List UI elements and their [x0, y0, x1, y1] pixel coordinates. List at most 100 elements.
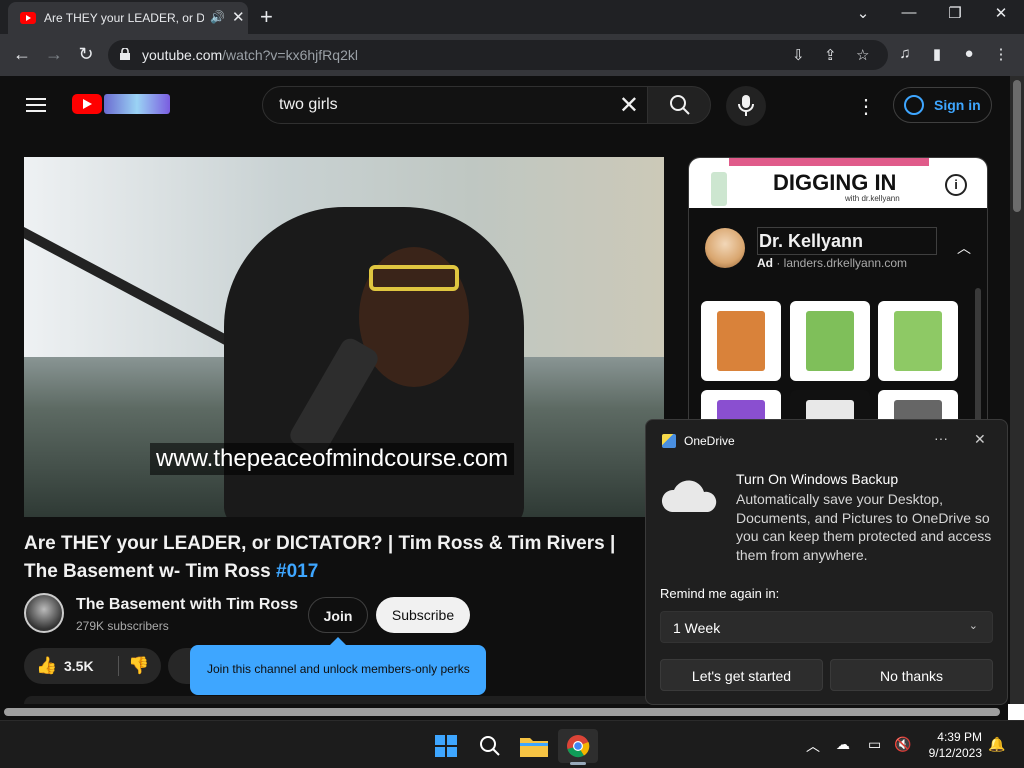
advertiser-name[interactable]: Dr. Kellyann [757, 227, 937, 255]
join-button[interactable]: Join [308, 597, 368, 633]
join-tooltip: Join this channel and unlock members-onl… [190, 637, 486, 695]
cloud-icon [661, 480, 717, 512]
like-count[interactable]: 3.5K [64, 658, 94, 674]
subscriber-count: 279K subscribers [76, 619, 169, 633]
channel-avatar[interactable] [24, 593, 64, 633]
browser-tab[interactable]: Are THEY your LEADER, or DI 🔊 ✕ [8, 2, 248, 34]
url-text[interactable]: youtube.com/watch?v=kx6hjfRq2kl [142, 47, 358, 63]
vertical-scrollbar[interactable] [1010, 76, 1024, 720]
sign-in-button[interactable]: Sign in [893, 87, 992, 123]
onedrive-app-icon [662, 434, 676, 448]
menu-icon[interactable] [26, 98, 46, 112]
browser-toolbar: ← → ↻ youtube.com/watch?v=kx6hjfRq2kl ⇩ … [0, 34, 1024, 76]
join-tooltip-text: Join this channel and unlock members-onl… [207, 662, 470, 676]
video-glasses [369, 265, 459, 291]
ad-banner-subtitle: with dr.kellyann [845, 194, 900, 203]
settings-kebab-icon[interactable]: ⋮ [856, 94, 876, 119]
restore-icon[interactable]: ❐ [940, 4, 970, 22]
youtube-doodle-logo[interactable] [104, 94, 170, 114]
like-icon[interactable]: 👍 [36, 656, 57, 676]
file-explorer-icon[interactable] [514, 729, 554, 763]
clock-date[interactable]: 9/12/2023 [922, 746, 982, 760]
like-separator [118, 656, 119, 676]
notification-app-name: OneDrive [684, 434, 735, 448]
chevron-up-icon[interactable]: ︿ [957, 238, 971, 258]
ad-product-2[interactable] [790, 301, 870, 381]
account-icon [904, 95, 924, 115]
more-options-icon[interactable]: ··· [934, 430, 948, 446]
sign-in-label: Sign in [934, 97, 981, 113]
address-bar[interactable]: youtube.com/watch?v=kx6hjfRq2kl ⇩ ⇪ ☆ [108, 40, 888, 70]
ad-banner[interactable]: DIGGING IN with dr.kellyann i [689, 158, 987, 208]
chrome-menu-icon[interactable]: ⋮ [990, 45, 1012, 63]
clock-time[interactable]: 4:39 PM [932, 730, 982, 744]
search-query[interactable]: two girls [279, 96, 338, 114]
scrollbar-corner [1008, 704, 1024, 720]
volume-muted-icon[interactable]: 🔇 [894, 736, 911, 753]
speaker-icon[interactable]: 🔊 [210, 10, 225, 24]
tab-search-chevron-icon[interactable]: ⌄ [848, 4, 878, 22]
side-panel-icon[interactable]: ▮ [926, 45, 948, 63]
new-tab-icon[interactable]: + [260, 4, 273, 30]
like-dislike-bar: 👍 3.5K 👎 [24, 648, 161, 684]
notification-bell-icon[interactable]: 🔔 [988, 736, 1005, 753]
active-app-indicator [570, 762, 586, 765]
subscribe-label: Subscribe [391, 607, 455, 623]
lock-icon[interactable] [120, 48, 130, 60]
ad-product-1[interactable] [701, 301, 781, 381]
youtube-logo[interactable] [72, 94, 102, 114]
back-icon[interactable]: ← [10, 44, 34, 65]
search-taskbar-icon[interactable] [470, 729, 510, 763]
horizontal-scrollbar[interactable] [0, 704, 1008, 720]
forward-icon[interactable]: → [42, 44, 66, 65]
window-close-icon[interactable]: ✕ [986, 4, 1016, 22]
chrome-taskbar-icon[interactable] [558, 729, 598, 765]
bookmark-star-icon[interactable]: ☆ [856, 46, 869, 64]
lets-get-started-button[interactable]: Let's get started [660, 659, 823, 691]
browser-tab-bar: Are THEY your LEADER, or DI 🔊 ✕ + ⌄ — ❐ … [0, 0, 1024, 34]
search-input[interactable]: two girls ✕ [262, 86, 648, 124]
install-app-icon[interactable]: ⇩ [792, 46, 805, 64]
reload-icon[interactable]: ↻ [74, 44, 98, 65]
ad-info-icon[interactable]: i [945, 174, 967, 196]
search-button[interactable] [647, 86, 711, 124]
tab-close-icon[interactable]: ✕ [232, 8, 245, 26]
profile-icon[interactable]: ● [958, 45, 980, 62]
subscribe-button[interactable]: Subscribe [376, 597, 470, 633]
minimize-icon[interactable]: — [894, 4, 924, 21]
share-icon[interactable]: ⇪ [824, 46, 837, 64]
notification-close-icon[interactable]: ✕ [974, 431, 986, 448]
ad-scrollbar[interactable] [975, 288, 981, 428]
channel-name[interactable]: The Basement with Tim Ross [76, 596, 298, 614]
onedrive-tray-icon[interactable]: ☁ [836, 736, 850, 753]
vertical-scroll-thumb[interactable] [1013, 80, 1021, 212]
notification-title: Turn On Windows Backup [736, 471, 899, 487]
ad-domain: Ad · landers.drkellyann.com [757, 256, 908, 270]
show-hidden-icons-icon[interactable]: ︿ [806, 736, 820, 756]
windows-start-icon[interactable] [426, 729, 466, 763]
search-icon [670, 95, 690, 115]
ad-banner-strip [729, 158, 929, 166]
ad-product-jar [711, 172, 727, 206]
media-control-icon[interactable]: ♫ [894, 45, 916, 62]
no-thanks-button[interactable]: No thanks [830, 659, 993, 691]
ad-banner-title: DIGGING IN [773, 170, 897, 195]
dislike-icon[interactable]: 👎 [128, 656, 149, 676]
tab-title: Are THEY your LEADER, or DI [44, 11, 204, 25]
notification-body: Automatically save your Desktop, Documen… [736, 491, 992, 563]
horizontal-scroll-thumb[interactable] [4, 708, 1000, 716]
onedrive-notification: OneDrive ··· ✕ Turn On Windows Backup Au… [645, 419, 1008, 705]
ad-product-3[interactable] [878, 301, 958, 381]
remind-dropdown[interactable]: 1 Week ⌄ [660, 611, 993, 643]
video-caption-overlay: www.thepeaceofmindcourse.com [150, 443, 515, 475]
clear-search-icon[interactable]: ✕ [619, 91, 639, 120]
advertiser-avatar[interactable] [705, 228, 745, 268]
network-icon[interactable]: ▭ [868, 736, 881, 753]
video-title: Are THEY your LEADER, or DICTATOR? | Tim… [24, 533, 616, 582]
remind-label: Remind me again in: [660, 586, 780, 601]
chevron-down-icon: ⌄ [968, 620, 978, 632]
voice-search-button[interactable] [726, 86, 766, 126]
ad-panel: DIGGING IN with dr.kellyann i Dr. Kellya… [688, 157, 988, 437]
video-player[interactable]: www.thepeaceofmindcourse.com [24, 157, 664, 517]
hashtag-link[interactable]: #017 [276, 561, 318, 582]
